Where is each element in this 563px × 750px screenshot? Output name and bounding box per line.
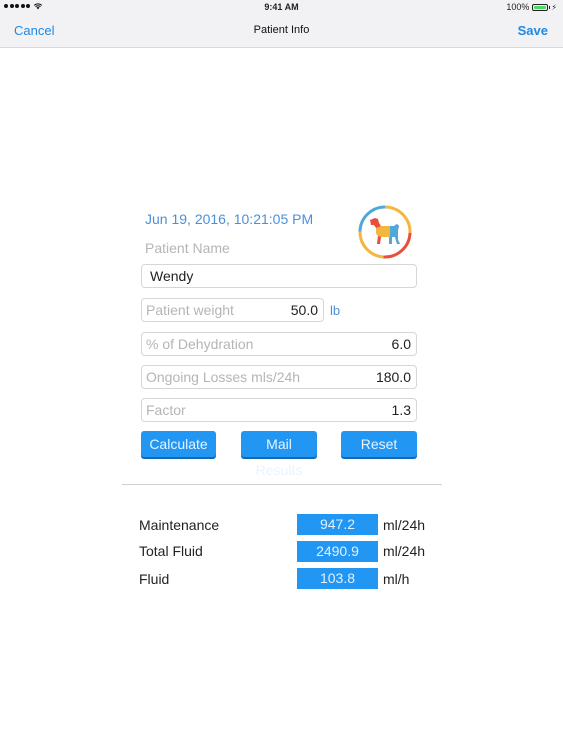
calculate-button[interactable]: Calculate <box>141 431 216 457</box>
reset-button[interactable]: Reset <box>341 431 417 457</box>
result-unit-fluid: ml/h <box>383 571 410 587</box>
patient-weight-placeholder: Patient weight <box>146 302 234 318</box>
factor-input[interactable]: Factor 1.3 <box>141 398 417 422</box>
factor-placeholder: Factor <box>146 402 186 418</box>
section-divider <box>122 484 442 485</box>
page-title: Patient Info <box>253 24 310 36</box>
navigation-bar: Cancel Patient Info Save <box>0 16 563 48</box>
result-unit-maintenance: ml/24h <box>383 517 426 533</box>
battery-percentage: 100% <box>506 2 530 12</box>
dog-logo-icon <box>358 205 412 259</box>
ongoing-losses-value: 180.0 <box>375 369 411 385</box>
status-right: 100% ⚡ <box>506 2 557 12</box>
dehydration-value: 6.0 <box>391 336 411 352</box>
patient-weight-input[interactable]: Patient weight 50.0 <box>141 298 324 322</box>
result-value-total-fluid: 2490.9 <box>297 541 378 562</box>
mail-results-button[interactable]: Mail Results <box>241 431 317 478</box>
result-label-maintenance: Maintenance <box>139 517 220 533</box>
patient-name-input[interactable]: Wendy <box>141 264 417 288</box>
patient-name-label: Patient Name <box>145 240 230 256</box>
dehydration-input[interactable]: % of Dehydration 6.0 <box>141 332 417 356</box>
patient-name-value: Wendy <box>150 268 194 284</box>
ongoing-losses-placeholder: Ongoing Losses mls/24h <box>146 369 301 385</box>
date-timestamp: Jun 19, 2016, 10:21:05 PM <box>145 211 314 227</box>
weight-unit-toggle[interactable]: lb <box>330 303 340 318</box>
result-label-total-fluid: Total Fluid <box>139 543 203 559</box>
dehydration-placeholder: % of Dehydration <box>146 336 254 352</box>
result-value-maintenance: 947.2 <box>297 514 378 535</box>
status-bar: 9:41 AM 100% ⚡ <box>0 0 563 16</box>
ongoing-losses-input[interactable]: Ongoing Losses mls/24h 180.0 <box>141 365 417 389</box>
factor-value: 1.3 <box>391 402 411 418</box>
save-button[interactable]: Save <box>518 23 548 38</box>
result-unit-total-fluid: ml/24h <box>383 543 426 559</box>
status-time: 9:41 AM <box>264 2 299 12</box>
battery-icon <box>532 3 551 11</box>
result-value-fluid: 103.8 <box>297 568 378 589</box>
patient-weight-value: 50.0 <box>290 302 318 318</box>
result-label-fluid: Fluid <box>139 571 170 587</box>
charging-icon: ⚡ <box>551 2 557 12</box>
